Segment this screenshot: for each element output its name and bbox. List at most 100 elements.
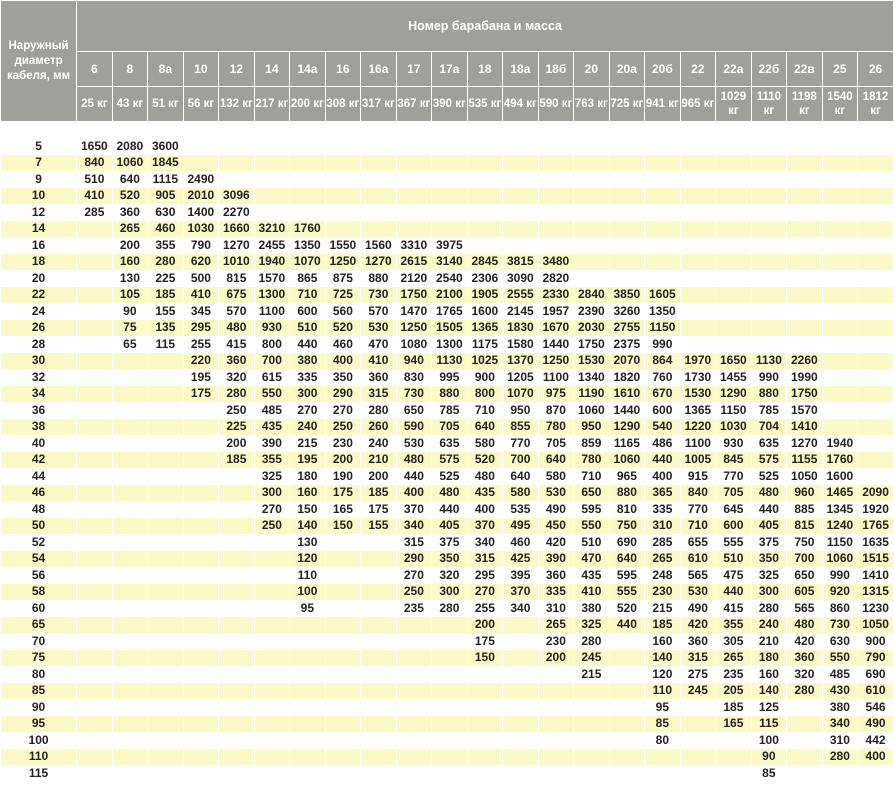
cable-length-cell <box>112 518 148 534</box>
cable-length-cell: 1560 <box>361 237 396 253</box>
cable-length-cell <box>148 716 183 732</box>
cable-length-cell: 375 <box>432 534 467 550</box>
cable-length-cell <box>361 699 396 715</box>
cable-diameter-cell: 20 <box>1 270 77 286</box>
cable-diameter-cell: 56 <box>1 567 77 583</box>
cable-diameter-cell: 48 <box>1 501 77 517</box>
cable-length-cell <box>432 666 467 682</box>
cable-length-cell <box>503 221 538 237</box>
cable-length-cell <box>77 518 112 534</box>
cable-length-cell <box>680 716 716 732</box>
cable-length-cell <box>787 699 822 715</box>
cable-length-cell: 1365 <box>467 320 503 336</box>
cable-length-cell <box>396 683 432 699</box>
cable-length-cell: 320 <box>432 567 467 583</box>
cable-length-cell <box>219 551 254 567</box>
cable-length-cell: 840 <box>680 485 716 501</box>
cable-length-cell <box>325 567 361 583</box>
cable-length-cell <box>148 600 183 616</box>
cable-length-cell: 1990 <box>787 369 822 385</box>
cable-length-cell: 535 <box>503 501 538 517</box>
cable-length-cell: 610 <box>858 683 893 699</box>
cable-length-cell: 880 <box>609 485 645 501</box>
cable-length-cell <box>361 666 396 682</box>
cable-length-cell: 325 <box>254 468 290 484</box>
cable-length-cell <box>396 155 432 171</box>
cable-length-cell <box>112 650 148 666</box>
cable-length-cell: 520 <box>609 600 645 616</box>
cable-length-cell: 1070 <box>503 386 538 402</box>
cable-length-cell: 1130 <box>751 353 787 369</box>
cable-length-cell: 100 <box>290 584 325 600</box>
cable-length-cell: 600 <box>290 303 325 319</box>
cable-length-cell: 490 <box>538 501 574 517</box>
cable-length-cell <box>77 369 112 385</box>
cable-length-cell <box>680 320 716 336</box>
cable-length-cell: 380 <box>574 600 609 616</box>
cable-length-cell <box>254 534 290 550</box>
cable-length-cell <box>148 633 183 649</box>
cable-length-cell <box>467 138 503 154</box>
cable-length-cell <box>787 749 822 765</box>
cable-length-cell: 175 <box>325 485 361 501</box>
cable-length-cell: 880 <box>432 386 467 402</box>
cable-length-cell: 1635 <box>858 534 893 550</box>
cable-length-cell: 725 <box>325 287 361 303</box>
cable-length-cell: 160 <box>112 254 148 270</box>
cable-length-cell <box>858 237 893 253</box>
drum-mass-header: 1812 кг <box>858 87 893 121</box>
cable-length-cell: 1730 <box>680 369 716 385</box>
cable-length-cell <box>396 716 432 732</box>
cable-length-cell: 340 <box>396 518 432 534</box>
cable-length-cell: 355 <box>254 452 290 468</box>
cable-length-cell <box>432 699 467 715</box>
cable-diameter-cell: 95 <box>1 716 77 732</box>
cable-diameter-header: Наружный диаметр кабеля, мм <box>1 1 77 121</box>
cable-length-cell <box>77 765 112 781</box>
cable-length-cell <box>219 666 254 682</box>
cable-length-cell: 670 <box>645 386 680 402</box>
cable-length-cell <box>396 633 432 649</box>
cable-length-cell <box>503 171 538 187</box>
cable-length-cell <box>645 204 680 220</box>
cable-length-cell: 1750 <box>574 336 609 352</box>
cable-length-cell <box>467 237 503 253</box>
table-row: 9 510 640 1115 2490 <box>1 171 893 187</box>
cable-length-cell: 175 <box>183 386 219 402</box>
cable-length-cell: 1957 <box>538 303 574 319</box>
cable-length-cell <box>77 485 112 501</box>
cable-length-cell: 520 <box>467 452 503 468</box>
cable-diameter-cell: 50 <box>1 518 77 534</box>
cable-length-cell: 285 <box>77 204 112 220</box>
cable-length-cell: 645 <box>716 501 751 517</box>
cable-length-cell: 815 <box>219 270 254 286</box>
cable-length-cell <box>254 699 290 715</box>
cable-length-cell <box>751 155 787 171</box>
cable-length-cell <box>645 171 680 187</box>
cable-length-cell: 859 <box>574 435 609 451</box>
cable-length-cell <box>716 270 751 286</box>
cable-length-cell <box>645 765 680 781</box>
cable-length-cell <box>787 270 822 286</box>
cable-length-cell <box>609 633 645 649</box>
cable-length-cell <box>538 716 574 732</box>
cable-length-cell <box>822 270 858 286</box>
cable-length-cell <box>574 221 609 237</box>
cable-length-cell <box>503 666 538 682</box>
cable-length-cell <box>77 617 112 633</box>
cable-length-cell: 675 <box>219 287 254 303</box>
table-row: 95 85 165 115 340 490 <box>1 716 893 732</box>
cable-length-cell <box>503 617 538 633</box>
cable-length-cell: 140 <box>645 650 680 666</box>
cable-length-cell: 285 <box>645 534 680 550</box>
cable-length-cell: 1250 <box>538 353 574 369</box>
cable-length-cell: 864 <box>645 353 680 369</box>
cable-length-cell <box>219 699 254 715</box>
cable-length-cell: 595 <box>609 567 645 583</box>
cable-length-cell: 1030 <box>716 419 751 435</box>
cable-length-cell: 280 <box>432 600 467 616</box>
cable-length-cell: 770 <box>716 468 751 484</box>
cable-length-cell: 1600 <box>467 303 503 319</box>
cable-length-cell: 90 <box>751 749 787 765</box>
cable-length-cell: 1570 <box>254 270 290 286</box>
